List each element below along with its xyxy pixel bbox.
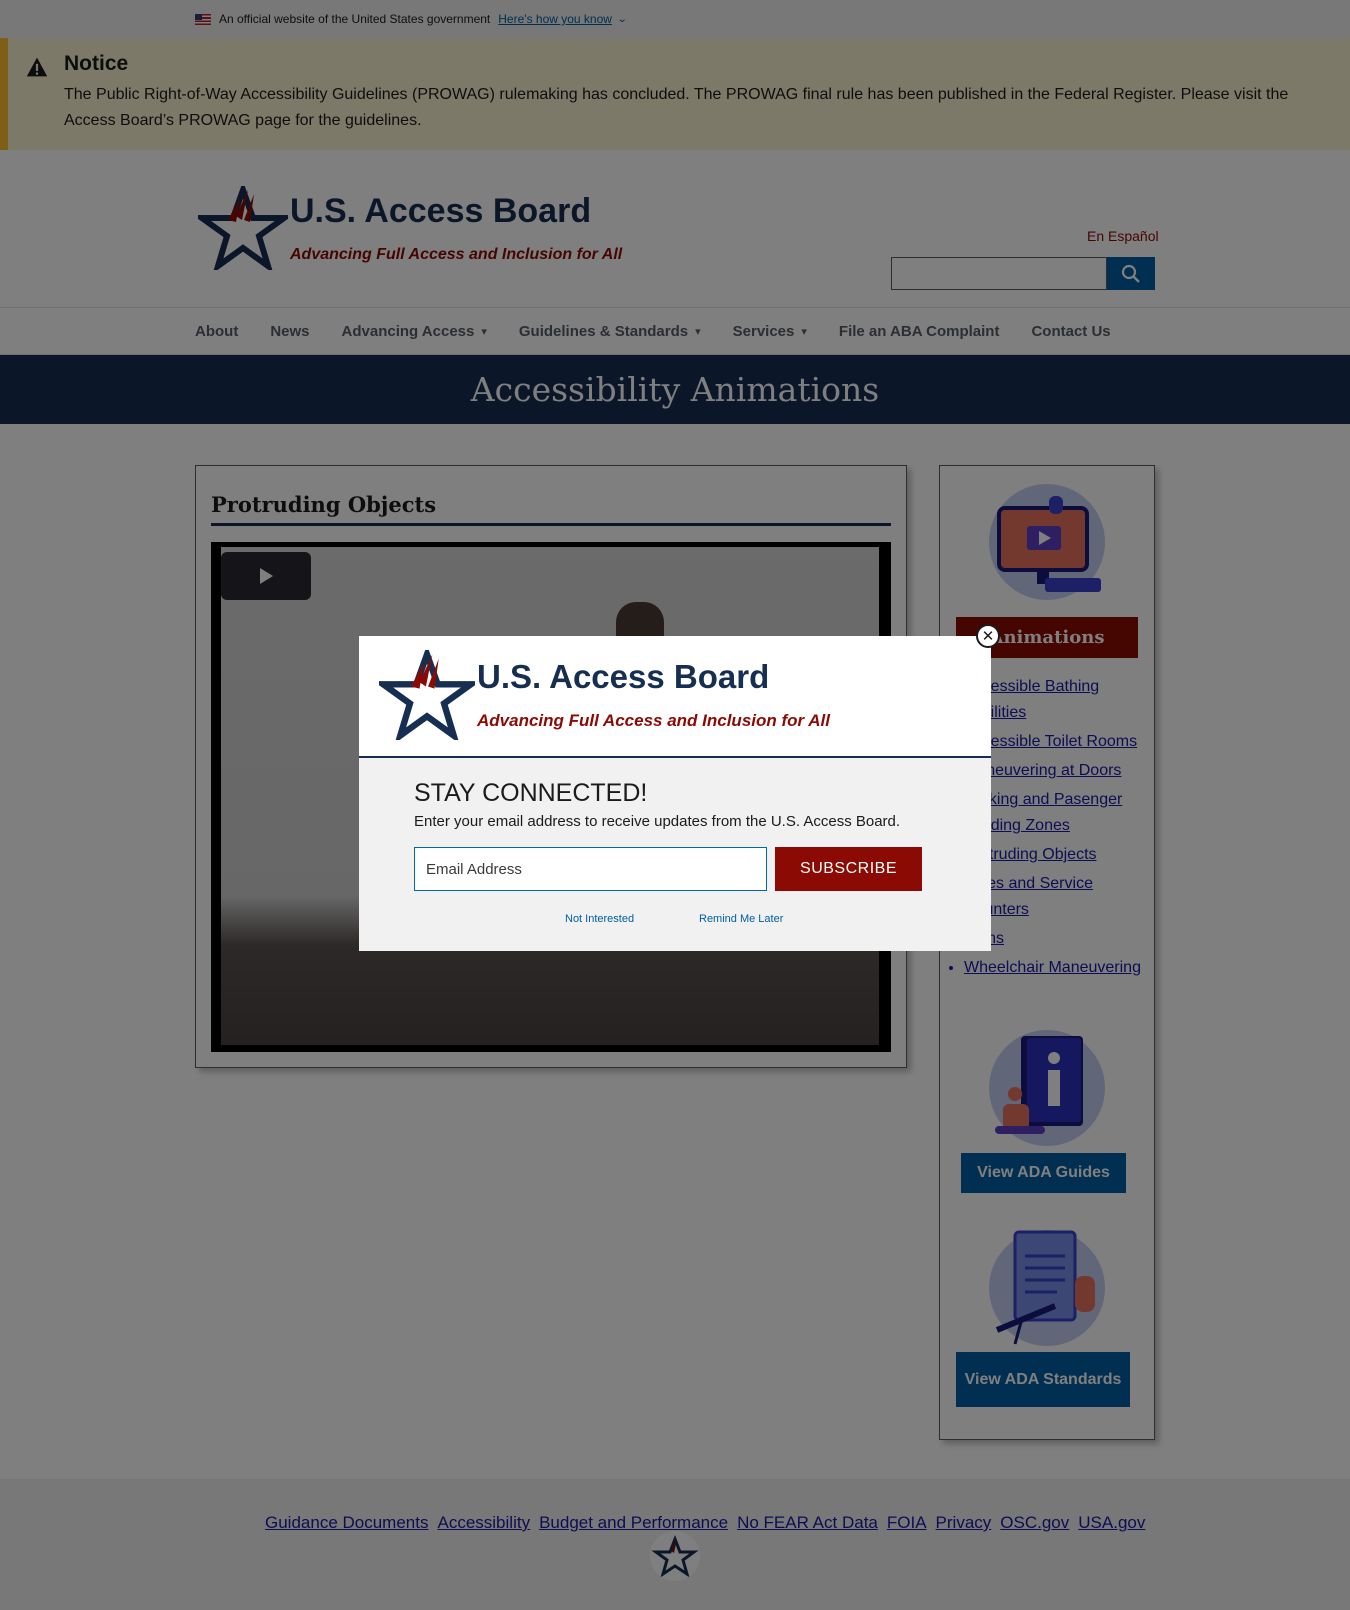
remind-me-later-link[interactable]: Remind Me Later (699, 913, 783, 925)
modal-tagline: Advancing Full Access and Inclusion for … (477, 711, 830, 730)
access-board-logo-icon (379, 650, 475, 740)
modal-description: Enter your email address to receive upda… (414, 813, 901, 830)
email-field[interactable] (414, 847, 767, 891)
stay-connected-heading: STAY CONNECTED! (414, 779, 648, 807)
not-interested-link[interactable]: Not Interested (565, 913, 634, 925)
modal-title: U.S. Access Board (477, 658, 770, 695)
modal-header: U.S. Access Board Advancing Full Access … (359, 636, 991, 758)
subscribe-modal: U.S. Access Board Advancing Full Access … (359, 636, 991, 951)
close-icon[interactable]: ✕ (976, 624, 1000, 648)
subscribe-button[interactable]: SUBSCRIBE (775, 847, 922, 891)
